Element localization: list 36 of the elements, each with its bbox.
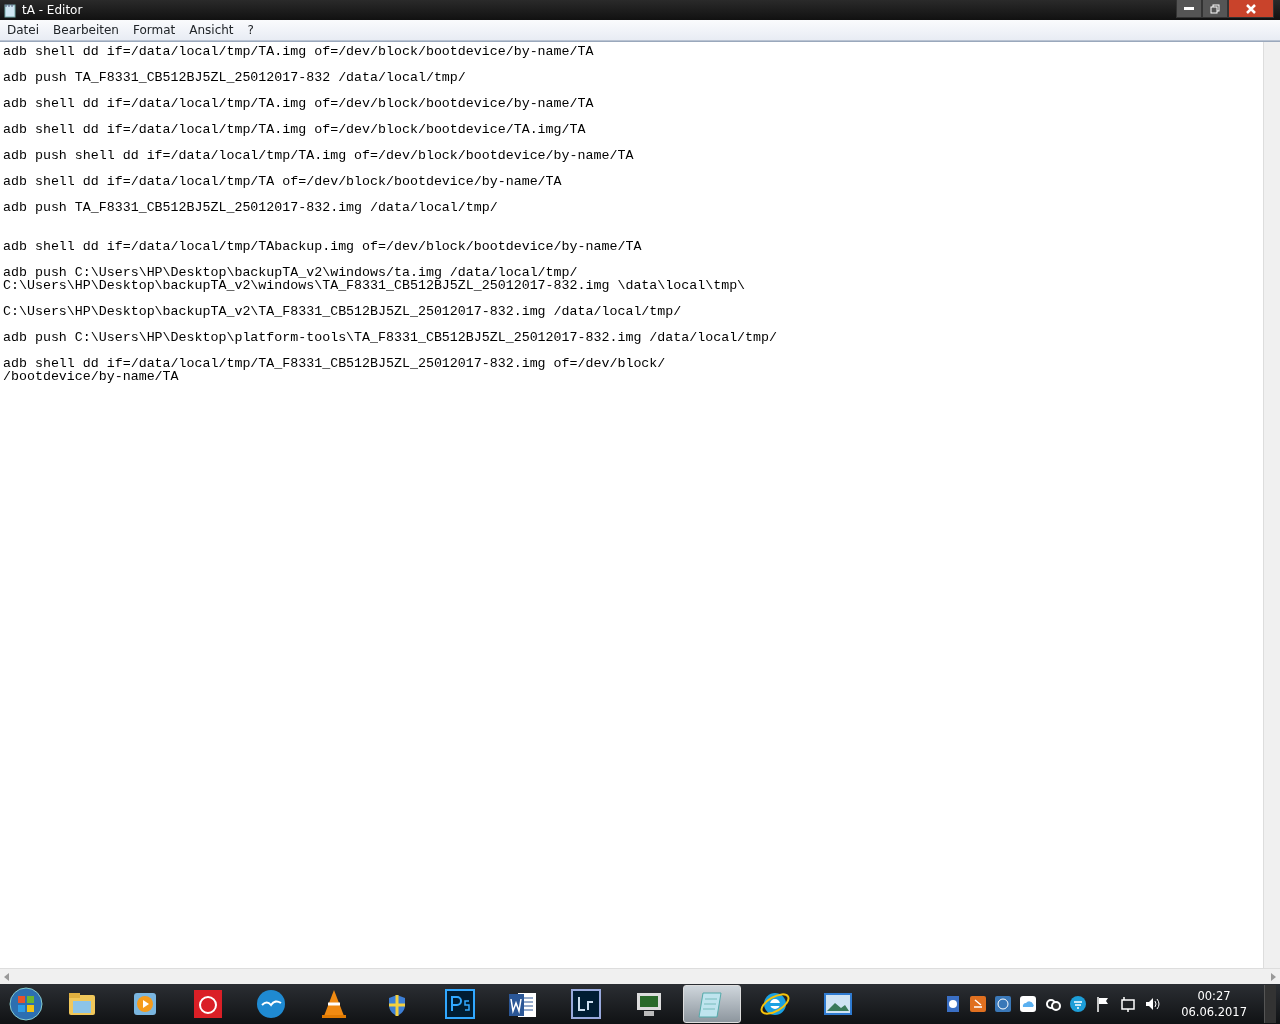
menu-item[interactable]: Bearbeiten: [46, 21, 126, 39]
lightroom-icon: [569, 987, 603, 1021]
text-line: /bootdevice/by-name/TA: [3, 370, 179, 383]
menu-item[interactable]: Ansicht: [182, 21, 241, 39]
text-line: adb push TA_F8331_CB512BJ5ZL_25012017-832.img /data/local/tmp/: [3, 201, 499, 214]
notepad-icon: [4, 2, 16, 18]
menu-item[interactable]: Datei: [0, 21, 46, 39]
text-line: adb push shell dd if=/data/local/tmp/TA.img of=/dev/block/bootdevice/by-name/TA: [3, 149, 635, 162]
text-line: adb push TA_F8331_CB512BJ5ZL_25012017-832 /data/local/tmp/: [3, 71, 467, 84]
text-line: adb shell dd if=/data/local/tmp/TA.img of=/dev/block/bootdevice/TA.img/TA: [3, 123, 587, 136]
windows-logo-icon: [9, 987, 43, 1021]
maximize-icon: [1210, 3, 1220, 14]
menu-item[interactable]: Format: [125, 21, 183, 39]
text-line: C:\Users\HP\Desktop\backupTA_v2\windows\TA_F8331_CB512BJ5ZL_25012017-832.img \data\local\tmp\: [3, 279, 747, 292]
cloud-icon[interactable]: [1019, 995, 1038, 1013]
close-button[interactable]: [1228, 0, 1274, 18]
minimize-icon: [1184, 6, 1194, 11]
text-line: adb shell dd if=/data/local/tmp/TA.img of=/dev/block/bootdevice/by-name/TA: [3, 97, 595, 110]
menu-item[interactable]: ?: [240, 21, 261, 39]
vertical-scrollbar[interactable]: [1263, 42, 1280, 968]
photoshop-icon: [443, 987, 477, 1021]
text-line: adb push C:\Users\HP\Desktop\platform-tools\TA_F8331_CB512BJ5ZL_25012017-832.img /data/local/tmp/: [3, 331, 778, 344]
window-title: tA - Editor: [22, 2, 83, 19]
text-line: C:\Users\HP\Desktop\backupTA_v2\TA_F8331_CB512BJ5ZL_25012017-832.img /data/local/tmp/: [3, 305, 683, 318]
network-icon[interactable]: [1119, 995, 1138, 1013]
maximize-button[interactable]: [1202, 0, 1228, 18]
clock-time[interactable]: 00:27: [1181, 988, 1247, 1004]
clock-date[interactable]: 06.06.2017: [1181, 1004, 1247, 1020]
text-line: adb shell dd if=/data/local/tmp/TAbackup.img of=/dev/block/bootdevice/by-name/TA: [3, 240, 643, 253]
gull-icon: [254, 987, 288, 1021]
minimize-button[interactable]: [1176, 0, 1202, 18]
text-line: adb shell dd if=/data/local/tmp/TA.img of=/dev/block/bootdevice/by-name/TA: [3, 45, 595, 58]
text-line: adb shell dd if=/data/local/tmp/TA_F8331_CB512BJ5ZL_25012017-832.img of=/dev/block/: [3, 357, 667, 370]
text-line: adb push C:\Users\HP\Desktop\backupTA_v2\windows/ta.img /data/local/tmp/: [3, 266, 578, 279]
close-icon: [1245, 3, 1257, 14]
text-line: adb shell dd if=/data/local/tmp/TA of=/dev/block/bootdevice/by-name/TA: [3, 175, 563, 188]
